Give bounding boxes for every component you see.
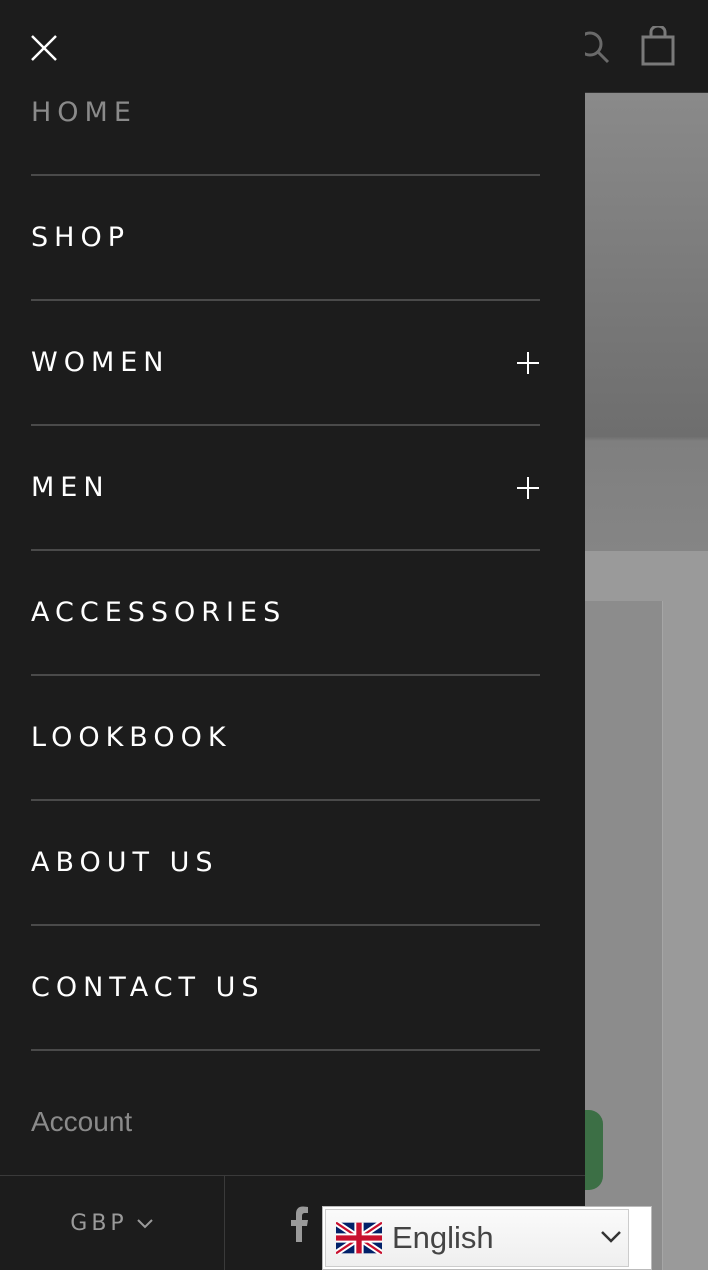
product-image-green xyxy=(585,1110,603,1190)
plus-icon[interactable] xyxy=(516,476,540,500)
currency-selector[interactable]: GBP xyxy=(0,1176,225,1270)
menu-item-shop[interactable]: SHOP xyxy=(31,176,540,301)
menu-item-label: WOMEN xyxy=(31,347,170,378)
language-dropdown[interactable]: English xyxy=(325,1209,629,1267)
menu-list: HOME SHOP WOMEN MEN ACCESSORIES LOOKBOOK xyxy=(31,50,540,1051)
hero-image xyxy=(585,93,708,551)
menu-item-label: MEN xyxy=(31,472,110,503)
currency-label: GBP xyxy=(70,1211,128,1236)
uk-flag-icon xyxy=(336,1222,382,1254)
account-link[interactable]: Account xyxy=(31,1106,132,1138)
menu-item-label: ACCESSORIES xyxy=(31,597,287,628)
menu-item-contact-us[interactable]: CONTACT US xyxy=(31,926,540,1051)
menu-item-label: ABOUT US xyxy=(31,847,219,878)
shopping-bag-icon[interactable] xyxy=(640,26,676,66)
chevron-down-icon xyxy=(136,1218,153,1228)
language-label: English xyxy=(392,1220,494,1255)
menu-item-lookbook[interactable]: LOOKBOOK xyxy=(31,676,540,801)
facebook-icon[interactable] xyxy=(288,1206,310,1242)
menu-item-about-us[interactable]: ABOUT US xyxy=(31,801,540,926)
menu-item-men[interactable]: MEN xyxy=(31,426,540,551)
menu-item-women[interactable]: WOMEN xyxy=(31,301,540,426)
menu-item-home[interactable]: HOME xyxy=(31,50,540,176)
menu-item-accessories[interactable]: ACCESSORIES xyxy=(31,551,540,676)
menu-item-label: CONTACT US xyxy=(31,972,265,1003)
menu-item-label: LOOKBOOK xyxy=(31,722,232,753)
navigation-drawer: HOME SHOP WOMEN MEN ACCESSORIES LOOKBOOK xyxy=(0,0,585,1270)
plus-icon[interactable] xyxy=(516,351,540,375)
menu-item-label: HOME xyxy=(31,96,137,128)
chevron-down-icon xyxy=(601,1231,621,1243)
menu-item-label: SHOP xyxy=(31,222,130,253)
language-selector[interactable]: English xyxy=(322,1206,652,1270)
